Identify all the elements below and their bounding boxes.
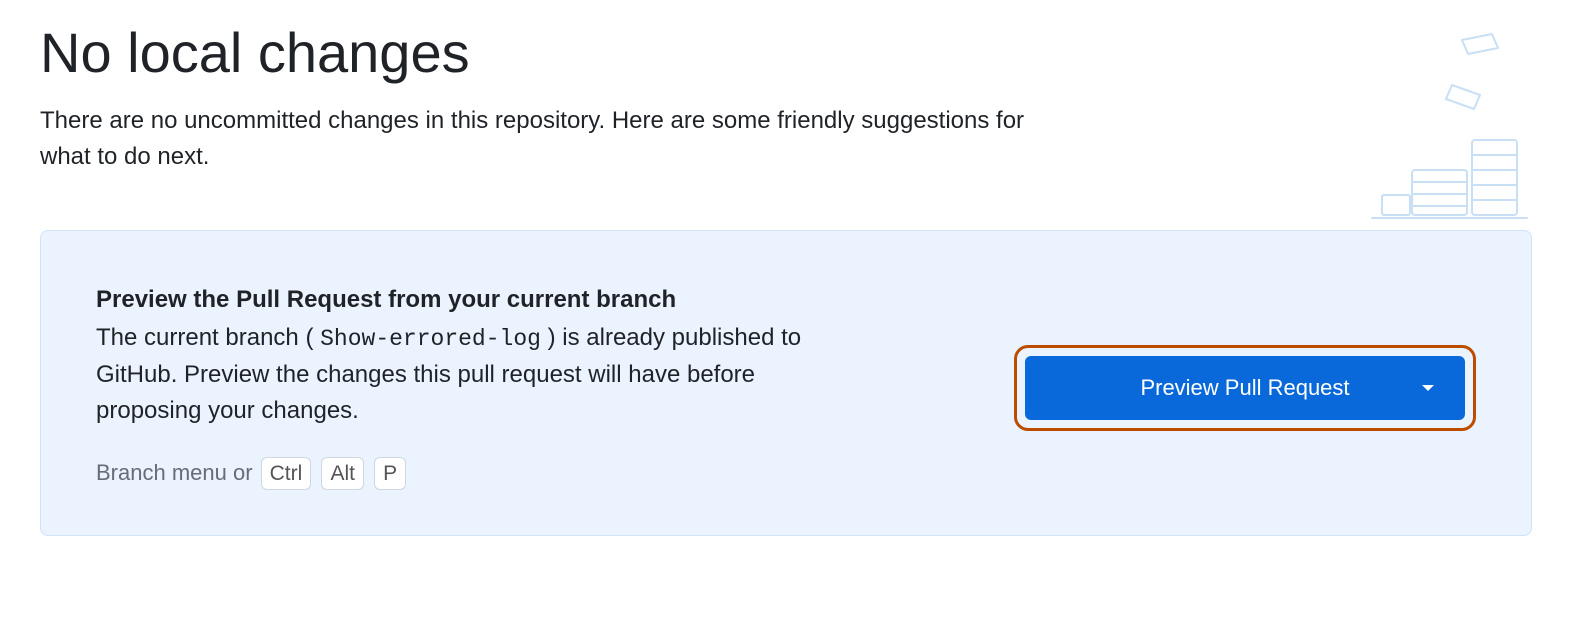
- page-subtitle: There are no uncommitted changes in this…: [40, 103, 1040, 175]
- kbd-key: Alt: [321, 457, 364, 490]
- suggestion-card: Preview the Pull Request from your curre…: [40, 230, 1532, 536]
- button-highlight-ring: Preview Pull Request: [1014, 345, 1476, 431]
- page-title: No local changes: [40, 20, 1532, 85]
- card-description: The current branch ( Show-errored-log ) …: [96, 320, 856, 429]
- kbd-key: P: [374, 457, 406, 490]
- kbd-key: Ctrl: [261, 457, 312, 490]
- hint-prefix: Branch menu or: [96, 460, 259, 485]
- desc-prefix: The current branch (: [96, 324, 313, 351]
- button-label: Preview Pull Request: [1140, 375, 1349, 401]
- caret-down-icon: [1421, 383, 1435, 393]
- keyboard-hint: Branch menu or Ctrl Alt P: [96, 457, 974, 490]
- preview-pull-request-button[interactable]: Preview Pull Request: [1025, 356, 1465, 420]
- card-title: Preview the Pull Request from your curre…: [96, 286, 974, 314]
- branch-name: Show-errored-log: [320, 326, 541, 352]
